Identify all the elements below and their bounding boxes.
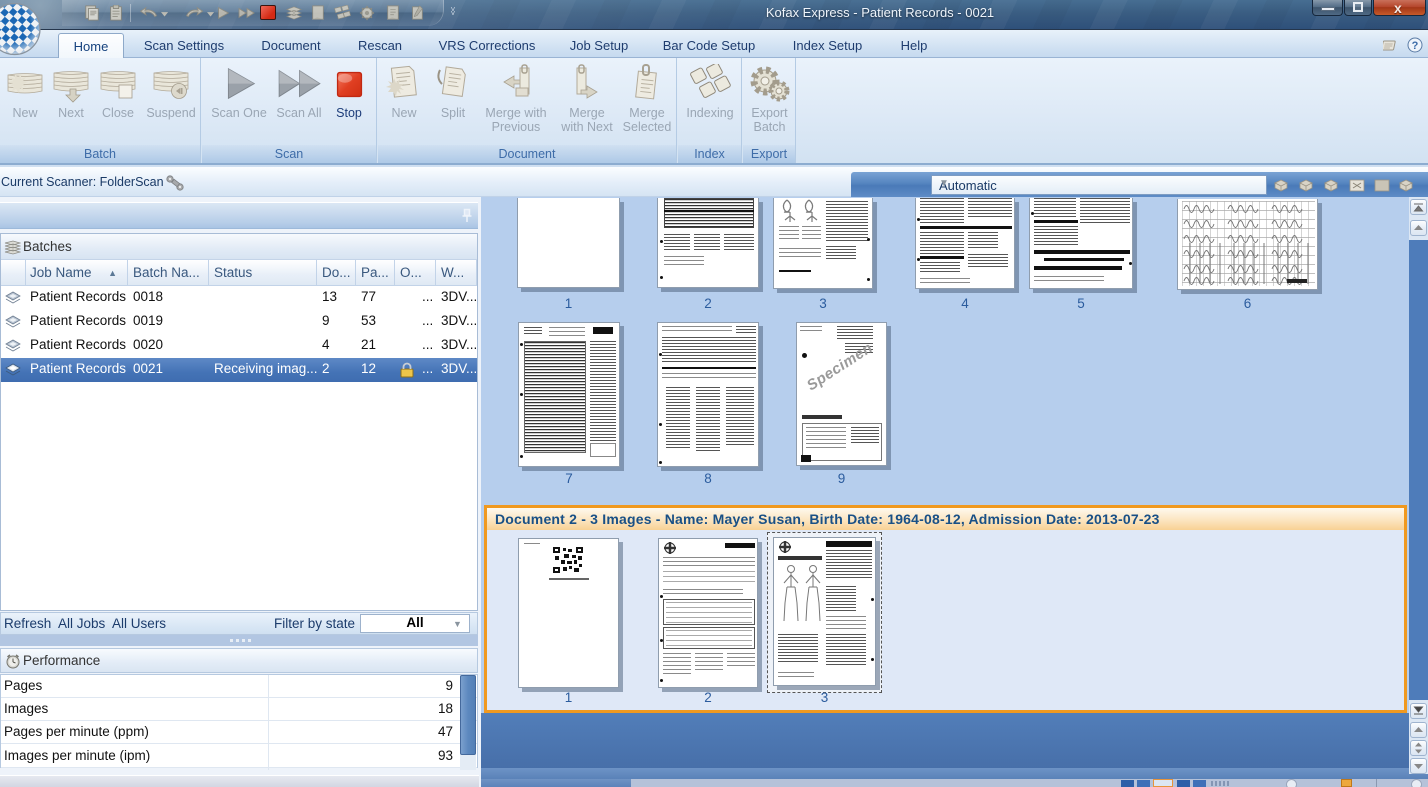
svg-text:?: ?	[1412, 40, 1419, 52]
